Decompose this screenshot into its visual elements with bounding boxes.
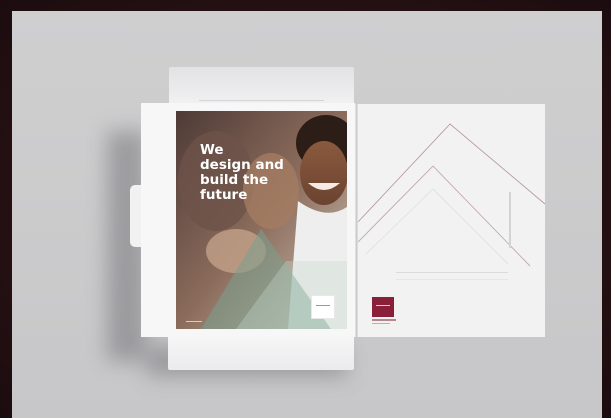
folder-bottom-flap bbox=[168, 337, 354, 370]
brand-logo-icon bbox=[372, 297, 394, 317]
headline-line-2: design and bbox=[200, 157, 284, 173]
headline-line-3: build the bbox=[200, 172, 269, 188]
brochure-footer-text bbox=[186, 321, 202, 322]
dark-frame: We design and build the future bbox=[0, 0, 611, 418]
headline-line-1: We bbox=[200, 142, 224, 158]
card-slot-cut bbox=[509, 192, 511, 248]
folder-spine bbox=[355, 104, 356, 337]
brand-wordmark bbox=[372, 319, 396, 321]
gray-surface: We design and build the future bbox=[12, 11, 602, 418]
logo-mark bbox=[316, 305, 330, 309]
brochure-cover: We design and build the future bbox=[176, 111, 347, 329]
flap-slit bbox=[199, 100, 324, 101]
brochure-logo-icon bbox=[311, 295, 335, 319]
headline-line-4: future bbox=[200, 187, 248, 203]
brochure-headline: We design and build the future bbox=[200, 143, 310, 203]
brand-tagline bbox=[372, 323, 390, 324]
folder-right-panel bbox=[357, 104, 545, 337]
logo-mark bbox=[376, 305, 390, 309]
business-card-slot bbox=[396, 272, 508, 280]
